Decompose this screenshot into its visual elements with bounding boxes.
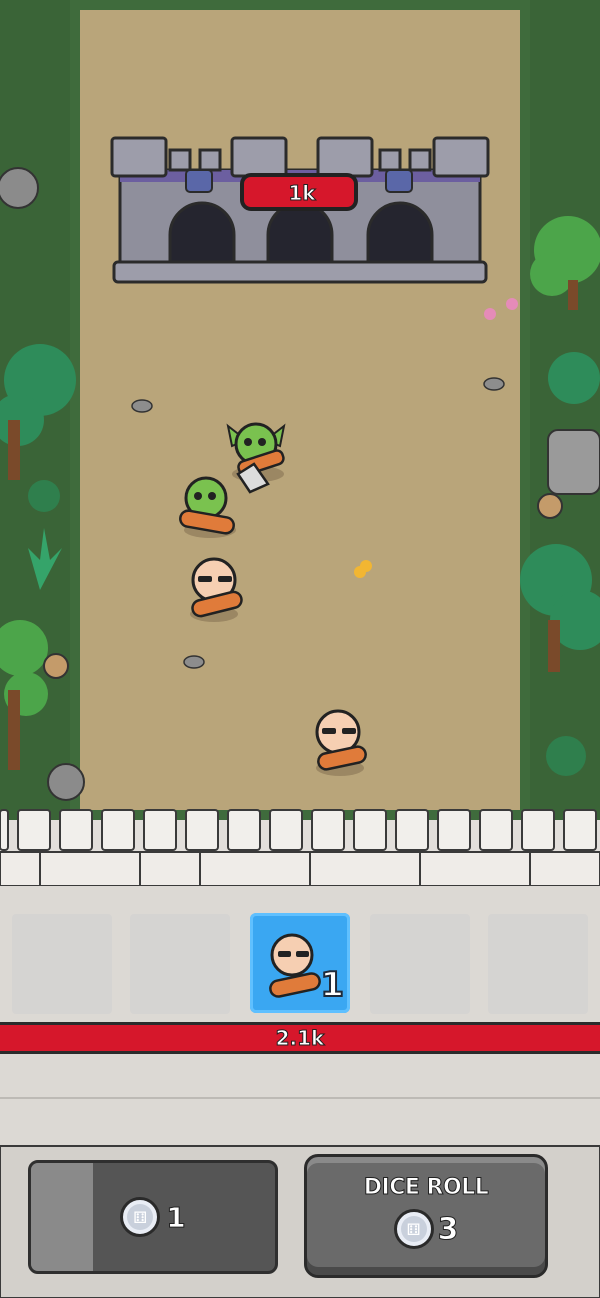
- dice-coin-count: 1: [166, 1200, 187, 1234]
- shield-emblem-icon: [185, 169, 213, 193]
- dice-coin-counter-button[interactable]: ⚅ 1: [28, 1160, 278, 1274]
- game-field: 1k: [0, 0, 600, 1298]
- dice-coin-icon: ⚅: [393, 1209, 434, 1249]
- dice-coin-icon: ⚅: [120, 1197, 161, 1237]
- enemy-castle-health-bar: 1k: [240, 173, 358, 211]
- dice-roll-button[interactable]: DICE ROLL ⚅ 3: [304, 1154, 548, 1278]
- unit-slot-empty[interactable]: [370, 914, 470, 1014]
- unit-slot-count: 1: [319, 964, 345, 1006]
- unit-slot-active[interactable]: 1: [250, 913, 350, 1013]
- enemy-castle-health-label: 1k: [288, 181, 316, 205]
- dice-roll-cost: 3: [437, 1211, 459, 1247]
- shield-emblem-icon: [385, 169, 413, 193]
- unit-slot-empty[interactable]: [12, 914, 112, 1014]
- dice-roll-label: DICE ROLL: [363, 1175, 489, 1201]
- player-wall-health-label: 2.1k: [275, 1026, 325, 1051]
- unit-slot-empty[interactable]: [488, 914, 588, 1014]
- player-wall-health-bar: 2.1k: [0, 1022, 600, 1054]
- unit-slot-empty[interactable]: [130, 914, 230, 1014]
